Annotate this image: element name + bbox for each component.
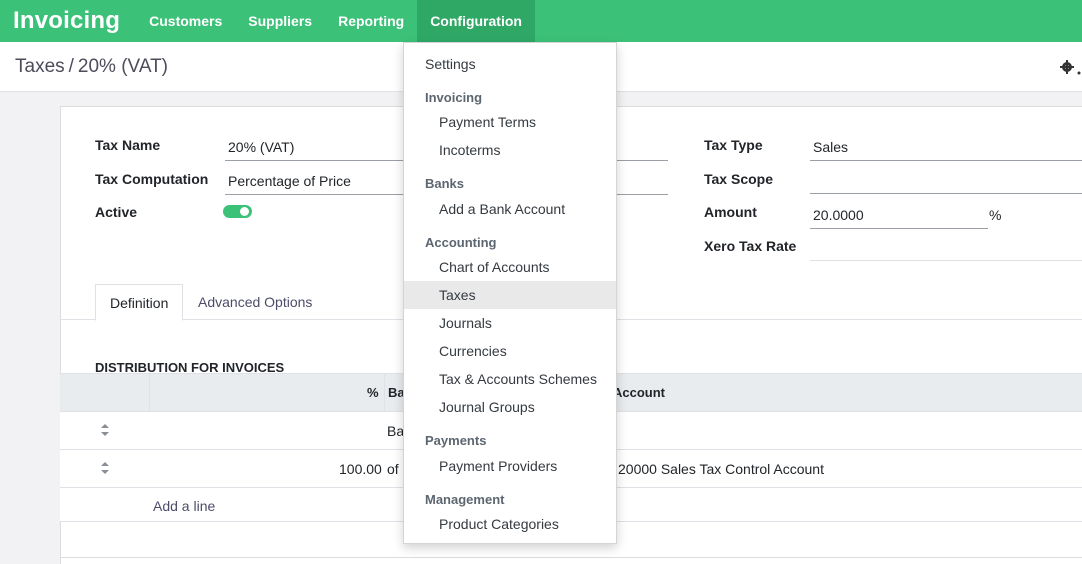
col-percent-header[interactable]: % <box>367 385 379 400</box>
active-toggle[interactable] <box>223 205 252 218</box>
menu-header-banks: Banks <box>425 176 465 191</box>
tab-definition[interactable]: Definition <box>95 284 184 321</box>
row-base: of <box>387 461 399 477</box>
top-navbar: Invoicing Customers Suppliers Reporting … <box>0 0 1082 42</box>
menu-journals[interactable]: Journals <box>404 309 616 337</box>
menu-header-invoicing: Invoicing <box>425 90 483 105</box>
breadcrumb: Taxes/20% (VAT) <box>15 56 168 78</box>
menu-journal-groups[interactable]: Journal Groups <box>404 393 616 421</box>
nav-customers[interactable]: Customers <box>136 0 235 42</box>
menu-header-payments: Payments <box>425 433 487 448</box>
amount-input[interactable]: 20.0000 <box>810 207 988 229</box>
menu-header-accounting: Accounting <box>425 235 497 250</box>
menu-chart-of-accounts[interactable]: Chart of Accounts <box>404 253 616 281</box>
amount-label: Amount <box>704 204 757 220</box>
row-account: 20000 Sales Tax Control Account <box>618 461 824 477</box>
menu-incoterms[interactable]: Incoterms <box>404 136 616 164</box>
menu-add-bank-account[interactable]: Add a Bank Account <box>404 195 616 223</box>
menu-settings[interactable]: Settings <box>404 50 616 78</box>
row-percent: 100.00 <box>339 461 382 477</box>
menu-currencies[interactable]: Currencies <box>404 337 616 365</box>
active-label: Active <box>95 204 138 220</box>
add-line-link[interactable]: Add a line <box>153 498 215 514</box>
xero-tax-rate-label: Xero Tax Rate <box>704 238 797 254</box>
app-brand[interactable]: Invoicing <box>0 0 136 42</box>
drag-handle-icon[interactable] <box>100 423 110 437</box>
breadcrumb-current: 20% (VAT) <box>77 56 169 77</box>
nav-configuration[interactable]: Configuration <box>417 0 535 42</box>
menu-header-management: Management <box>425 492 505 507</box>
breadcrumb-parent[interactable]: Taxes <box>15 56 65 77</box>
sheet-divider <box>60 557 1082 558</box>
col-account-header[interactable]: Account <box>613 385 665 400</box>
amount-unit: % <box>989 207 1002 223</box>
tax-scope-label: Tax Scope <box>704 171 773 187</box>
breadcrumb-separator: / <box>68 56 74 77</box>
menu-tax-accounts-schemes[interactable]: Tax & Accounts Schemes <box>404 365 616 393</box>
tax-name-label: Tax Name <box>95 137 161 153</box>
nav-suppliers[interactable]: Suppliers <box>235 0 325 42</box>
tax-type-select[interactable]: Sales <box>810 139 1082 161</box>
tax-computation-label: Tax Computation <box>95 171 209 187</box>
xero-tax-rate-select[interactable] <box>810 240 1082 261</box>
nav-reporting[interactable]: Reporting <box>325 0 417 42</box>
drag-handle-icon[interactable] <box>100 461 110 475</box>
tax-scope-select[interactable] <box>810 173 1082 194</box>
column-divider <box>149 374 150 411</box>
menu-payment-providers[interactable]: Payment Providers <box>404 452 616 480</box>
menu-taxes[interactable]: Taxes <box>404 281 616 309</box>
menu-payment-terms[interactable]: Payment Terms <box>404 108 616 136</box>
gear-icon[interactable] <box>1060 59 1082 75</box>
tax-type-label: Tax Type <box>704 137 763 153</box>
tab-advanced-options[interactable]: Advanced Options <box>184 284 326 320</box>
configuration-dropdown: Settings Invoicing Payment Terms Incoter… <box>403 42 617 544</box>
row-base: Ba <box>387 423 405 439</box>
menu-product-categories[interactable]: Product Categories <box>404 510 616 538</box>
column-divider <box>384 374 385 411</box>
